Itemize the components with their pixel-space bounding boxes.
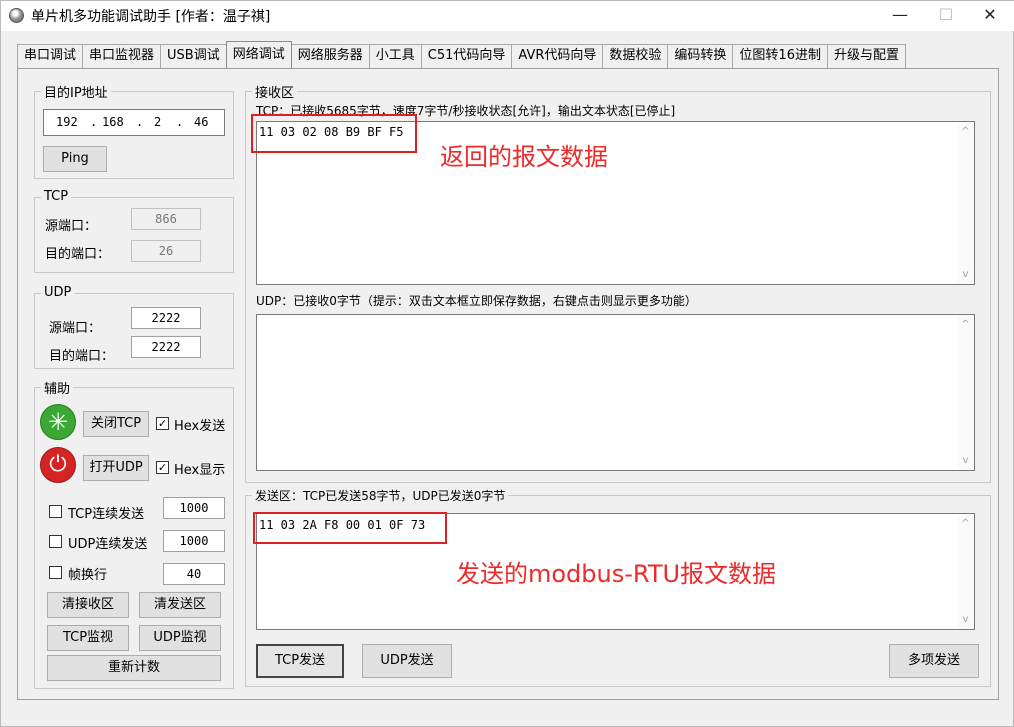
tcp-continuous-checkbox[interactable] bbox=[49, 505, 62, 518]
udp-dst-port-label: 目的端口： bbox=[49, 349, 115, 364]
tab-network-server[interactable]: 网络服务器 bbox=[290, 44, 370, 68]
udp-receive-status: UDP：已接收0字节（提示：双击文本框立即保存数据，右键点击则显示更多功能） bbox=[256, 294, 697, 308]
scroll-up-icon[interactable]: ^ bbox=[957, 126, 974, 137]
multi-send-button[interactable]: 多项发送 bbox=[889, 644, 979, 678]
tab-tools[interactable]: 小工具 bbox=[368, 44, 422, 68]
tcp-monitor-button[interactable]: TCP监视 bbox=[47, 625, 129, 651]
ip-dot: . bbox=[136, 115, 144, 129]
sent-data-annotation: 发送的modbus-RTU报文数据 bbox=[456, 560, 777, 588]
send-group-title: 发送区：TCP已发送58字节，UDP已发送0字节 bbox=[252, 487, 509, 504]
udp-dst-port-input[interactable]: 2222 bbox=[131, 336, 201, 358]
tab-upgrade-config[interactable]: 升级与配置 bbox=[826, 44, 906, 68]
tab-encoding[interactable]: 编码转换 bbox=[667, 44, 734, 68]
close-button[interactable]: ✕ bbox=[967, 1, 1013, 31]
tab-checksum[interactable]: 数据校验 bbox=[602, 44, 669, 68]
recount-button[interactable]: 重新计数 bbox=[47, 655, 221, 681]
tcp-dst-port-input[interactable]: 26 bbox=[131, 240, 201, 262]
close-tcp-button[interactable]: 关闭TCP bbox=[83, 411, 149, 437]
udp-src-port-label: 源端口： bbox=[49, 321, 102, 336]
tcp-continuous-interval-input[interactable]: 1000 bbox=[163, 497, 225, 519]
ip-dot: . bbox=[90, 115, 98, 129]
ip-octet-4[interactable]: 46 bbox=[194, 115, 208, 129]
title-bar: 单片机多功能调试助手 [作者：温子祺] — ☐ ✕ bbox=[1, 1, 1014, 31]
app-icon bbox=[9, 8, 24, 23]
tab-c51-wizard[interactable]: C51代码向导 bbox=[420, 44, 513, 68]
scroll-up-icon[interactable]: ^ bbox=[957, 319, 974, 330]
ping-button[interactable]: Ping bbox=[43, 146, 107, 172]
window-title: 单片机多功能调试助手 [作者：温子祺] bbox=[31, 9, 271, 25]
udp-receive-textarea[interactable]: ^ v bbox=[256, 314, 975, 471]
clear-receive-button[interactable]: 清接收区 bbox=[47, 592, 129, 618]
tab-usb-debug[interactable]: USB调试 bbox=[160, 44, 227, 68]
power-icon: ⏻ bbox=[40, 447, 76, 483]
ip-octet-2[interactable]: 168 bbox=[102, 115, 124, 129]
minimize-button[interactable]: — bbox=[877, 1, 923, 31]
tcp-src-port-label: 源端口： bbox=[45, 219, 98, 234]
received-data-annotation: 返回的报文数据 bbox=[440, 143, 608, 171]
scroll-down-icon[interactable]: v bbox=[957, 269, 974, 280]
tcp-receive-scrollbar[interactable]: ^ v bbox=[957, 122, 974, 284]
tab-bitmap-hex[interactable]: 位图转16进制 bbox=[732, 44, 828, 68]
target-ip-title: 目的IP地址 bbox=[41, 82, 111, 101]
ip-octet-1[interactable]: 192 bbox=[56, 115, 78, 129]
hex-show-checkbox[interactable]: ✓ bbox=[156, 461, 169, 474]
received-data-highlight bbox=[251, 114, 417, 153]
udp-continuous-checkbox[interactable] bbox=[49, 535, 62, 548]
tcp-send-button[interactable]: TCP发送 bbox=[256, 644, 344, 678]
udp-src-port-input[interactable]: 2222 bbox=[131, 307, 201, 329]
tcp-src-port-input[interactable]: 866 bbox=[131, 208, 201, 230]
udp-continuous-interval-input[interactable]: 1000 bbox=[163, 530, 225, 552]
tab-serial-debug[interactable]: 串口调试 bbox=[17, 44, 84, 68]
sent-data-highlight bbox=[253, 512, 447, 544]
open-udp-button[interactable]: 打开UDP bbox=[83, 455, 149, 481]
hex-send-checkbox[interactable]: ✓ bbox=[156, 417, 169, 430]
tcp-group-title: TCP bbox=[41, 189, 72, 204]
scroll-up-icon[interactable]: ^ bbox=[957, 518, 974, 529]
send-scrollbar[interactable]: ^ v bbox=[957, 514, 974, 629]
app-window: 单片机多功能调试助手 [作者：温子祺] — ☐ ✕ 串口调试 串口监视器 USB… bbox=[0, 0, 1014, 727]
clear-send-button[interactable]: 清发送区 bbox=[139, 592, 221, 618]
ip-address-input[interactable]: 192 . 168 . 2 . 46 bbox=[43, 109, 225, 136]
udp-continuous-label: UDP连续发送 bbox=[68, 537, 148, 552]
hex-show-label: Hex显示 bbox=[174, 463, 226, 478]
frame-wrap-input[interactable]: 40 bbox=[163, 563, 225, 585]
scroll-down-icon[interactable]: v bbox=[957, 455, 974, 466]
tab-avr-wizard[interactable]: AVR代码向导 bbox=[511, 44, 604, 68]
receive-group-title: 接收区 bbox=[252, 82, 298, 101]
tcp-dst-port-label: 目的端口： bbox=[45, 247, 111, 262]
frame-wrap-checkbox[interactable] bbox=[49, 566, 62, 579]
udp-group-title: UDP bbox=[41, 285, 75, 300]
maximize-button[interactable]: ☐ bbox=[923, 1, 969, 31]
tab-network-debug[interactable]: 网络调试 bbox=[225, 41, 292, 68]
tcp-status-icon: ✳ bbox=[40, 404, 76, 440]
tcp-continuous-label: TCP连续发送 bbox=[68, 507, 145, 522]
scroll-down-icon[interactable]: v bbox=[957, 614, 974, 625]
udp-receive-scrollbar[interactable]: ^ v bbox=[957, 315, 974, 470]
aux-group-title: 辅助 bbox=[41, 378, 74, 397]
udp-send-button[interactable]: UDP发送 bbox=[362, 644, 452, 678]
frame-wrap-label: 帧换行 bbox=[68, 568, 108, 583]
ip-dot: . bbox=[176, 115, 184, 129]
udp-monitor-button[interactable]: UDP监视 bbox=[139, 625, 221, 651]
tab-bar: 串口调试 串口监视器 USB调试 网络调试 网络服务器 小工具 C51代码向导 … bbox=[17, 41, 906, 68]
tab-serial-monitor[interactable]: 串口监视器 bbox=[82, 44, 162, 68]
ip-octet-3[interactable]: 2 bbox=[154, 115, 161, 129]
hex-send-label: Hex发送 bbox=[174, 419, 226, 434]
